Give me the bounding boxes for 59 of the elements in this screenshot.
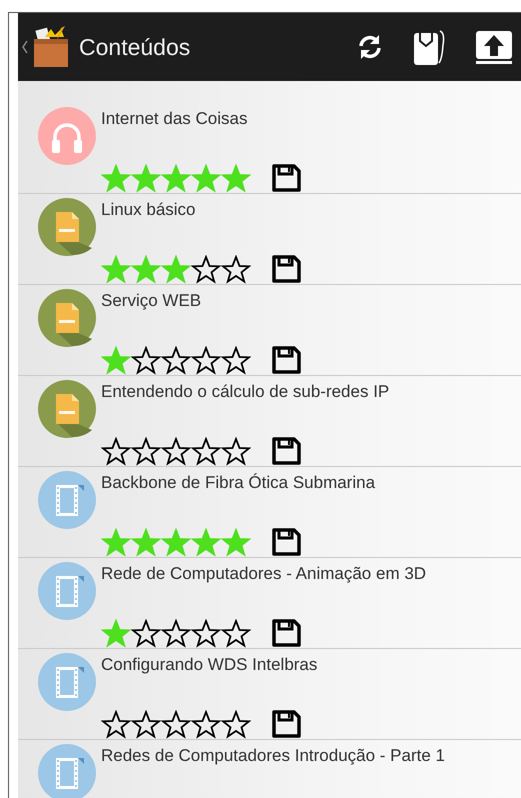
- filled-star-icon: [101, 164, 131, 192]
- back-icon[interactable]: [22, 40, 28, 54]
- screen-title: Conteúdos: [79, 34, 192, 60]
- filled-star-icon: [161, 164, 191, 192]
- content-title[interactable]: Linux básico: [101, 200, 301, 220]
- filled-star-icon: [221, 528, 251, 556]
- empty-star-icon: [161, 710, 191, 738]
- filled-star-icon: [101, 346, 131, 374]
- empty-star-icon: [221, 346, 251, 374]
- empty-star-icon: [221, 254, 251, 284]
- save-icon[interactable]: [271, 345, 301, 375]
- empty-star-icon: [191, 618, 221, 648]
- box-icon: [31, 25, 71, 69]
- filled-star-icon: [191, 528, 221, 556]
- empty-star-icon: [221, 710, 251, 738]
- content-title[interactable]: Backbone de Fibra Ótica Submarina: [101, 473, 376, 493]
- empty-star-icon: [191, 436, 221, 466]
- empty-star-icon: [101, 710, 131, 738]
- filled-star-icon: [101, 618, 131, 648]
- filled-star-icon: [131, 254, 161, 284]
- text-file-icon: [38, 198, 96, 256]
- content-title[interactable]: Internet das Coisas: [101, 109, 301, 129]
- content-title[interactable]: Redes de Computadores Introdução - Parte 1: [101, 746, 445, 766]
- content-title[interactable]: Configurando WDS Intelbras: [101, 655, 318, 675]
- film-icon: [38, 471, 96, 529]
- content-title[interactable]: Serviço WEB: [101, 291, 301, 311]
- text-file-icon: [38, 289, 96, 347]
- save-icon[interactable]: [271, 618, 301, 648]
- filled-star-icon: [191, 164, 221, 192]
- save-icon[interactable]: [271, 436, 301, 466]
- empty-star-icon: [191, 346, 221, 374]
- film-icon: [38, 744, 96, 798]
- save-icon[interactable]: [271, 163, 301, 193]
- filled-star-icon: [131, 164, 161, 192]
- text-file-icon: [38, 380, 96, 438]
- empty-star-icon: [221, 618, 251, 648]
- filled-star-icon: [161, 528, 191, 556]
- filled-star-icon: [221, 164, 251, 192]
- filled-star-icon: [101, 254, 131, 284]
- filled-star-icon: [131, 528, 161, 556]
- save-icon[interactable]: [271, 527, 301, 557]
- empty-star-icon: [221, 436, 251, 466]
- empty-star-icon: [131, 710, 161, 738]
- filled-star-icon: [101, 528, 131, 556]
- filled-star-icon: [161, 254, 191, 284]
- upload-button[interactable]: [474, 29, 514, 65]
- content-title[interactable]: Entendendo o cálculo de sub-redes IP: [101, 382, 390, 402]
- empty-star-icon: [191, 710, 221, 738]
- empty-star-icon: [161, 436, 191, 466]
- empty-star-icon: [161, 346, 191, 374]
- empty-star-icon: [101, 436, 131, 466]
- film-icon: [38, 562, 96, 620]
- empty-star-icon: [131, 436, 161, 466]
- headphones-icon: [38, 107, 96, 165]
- save-icon[interactable]: [271, 254, 301, 284]
- film-icon: [38, 653, 96, 711]
- content-title[interactable]: Rede de Computadores - Animação em 3D: [101, 564, 426, 584]
- save-icon[interactable]: [271, 709, 301, 739]
- empty-star-icon: [161, 618, 191, 648]
